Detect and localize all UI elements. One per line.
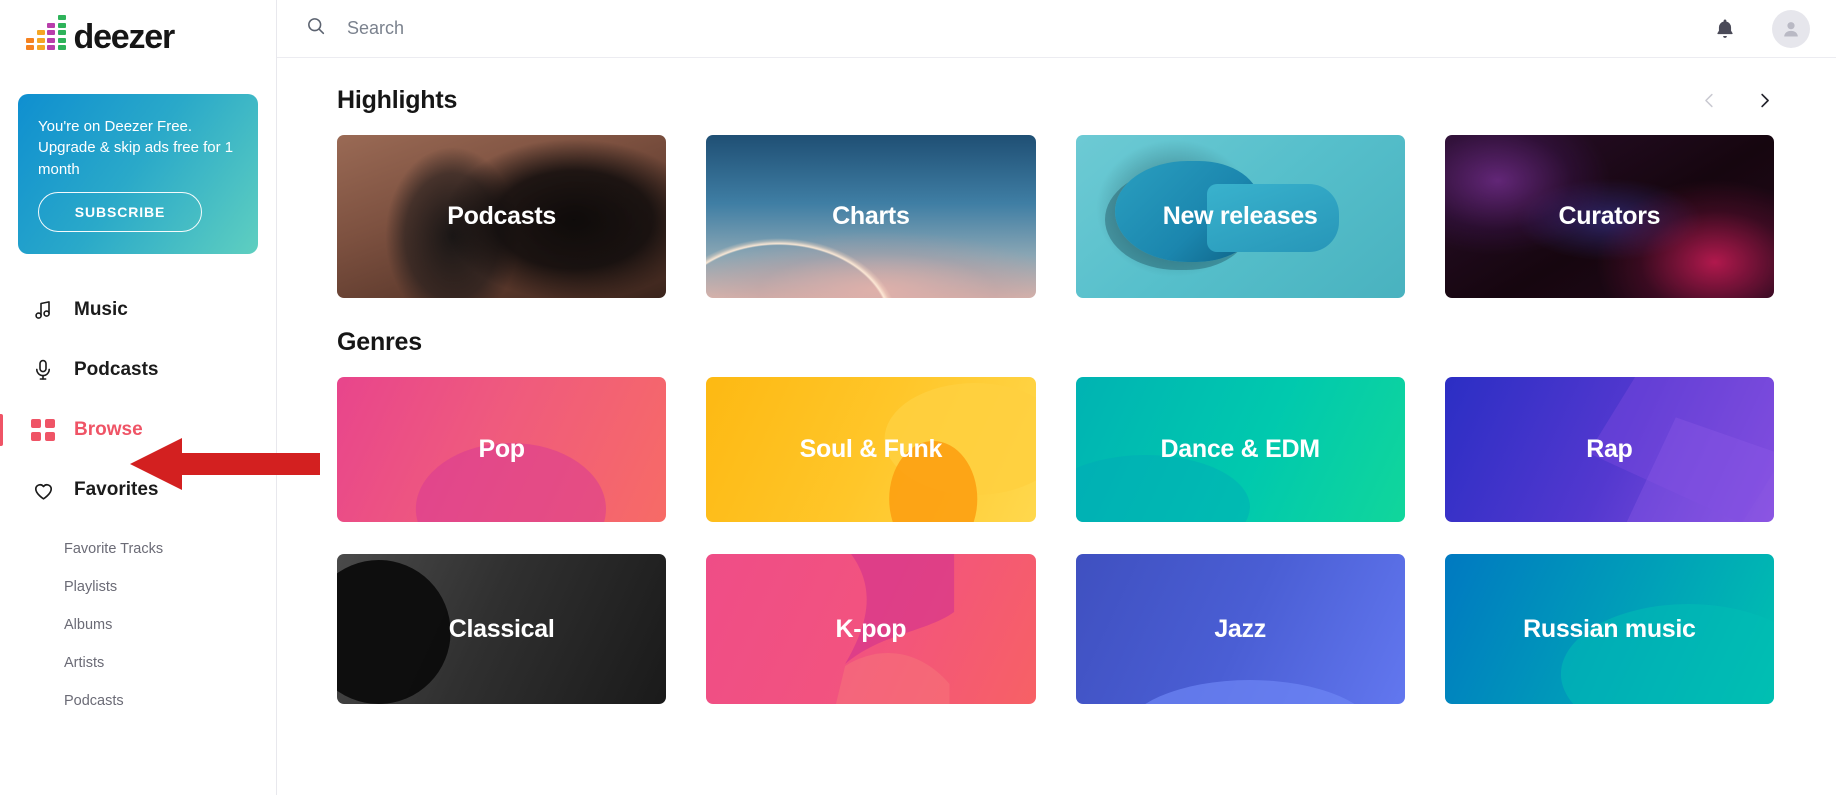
- genre-card-soul-funk[interactable]: Soul & Funk: [706, 377, 1036, 522]
- sidebar-subitem-favorite-tracks[interactable]: Favorite Tracks: [64, 530, 276, 568]
- genre-card-classical[interactable]: Classical: [337, 554, 667, 704]
- chevron-left-icon[interactable]: [1700, 91, 1719, 110]
- search-bar[interactable]: [305, 15, 1712, 42]
- user-avatar[interactable]: [1772, 9, 1810, 48]
- sidebar-item-browse[interactable]: Browse: [0, 400, 276, 460]
- deezer-equalizer-logo-icon: [26, 15, 66, 50]
- bell-icon[interactable]: [1712, 16, 1738, 42]
- subscribe-button[interactable]: SUBSCRIBE: [38, 192, 202, 232]
- sidebar-subitem-albums[interactable]: Albums: [64, 606, 276, 644]
- genre-card-label: Pop: [478, 435, 525, 463]
- search-icon: [305, 15, 327, 42]
- highlight-card-label: Charts: [832, 202, 910, 230]
- genre-card-rap[interactable]: Rap: [1444, 377, 1774, 522]
- sidebar-subitem-playlists[interactable]: Playlists: [64, 568, 276, 606]
- grid-icon: [30, 417, 56, 443]
- genres-card-row-1: Pop Soul & Funk Dance & EDM Rap: [337, 377, 1810, 522]
- section-title-highlights: Highlights: [337, 86, 458, 114]
- sidebar-item-label: Favorites: [74, 479, 159, 500]
- heart-icon: [30, 477, 56, 503]
- highlight-card-label: Podcasts: [447, 202, 556, 230]
- genre-card-pop[interactable]: Pop: [337, 377, 667, 522]
- sidebar-item-label: Podcasts: [74, 359, 159, 380]
- top-header-bar: [277, 0, 1836, 58]
- content-area: Highlights Podcasts Charts: [277, 0, 1836, 795]
- music-note-icon: [30, 297, 56, 323]
- genre-card-label: K-pop: [835, 614, 907, 643]
- promo-text: You're on Deezer Free. Upgrade & skip ad…: [38, 118, 234, 178]
- highlight-card-label: New releases: [1162, 202, 1318, 230]
- search-input[interactable]: [347, 18, 767, 39]
- highlight-card-podcasts[interactable]: Podcasts: [337, 135, 667, 298]
- main-scroll-area: Highlights Podcasts Charts New releases …: [277, 58, 1836, 795]
- brand-name: deezer: [73, 18, 176, 56]
- sidebar-subitem-artists[interactable]: Artists: [64, 644, 276, 682]
- favorites-subnav: Favorite Tracks Playlists Albums Artists…: [0, 530, 276, 720]
- sidebar-subitem-podcasts[interactable]: Podcasts: [64, 682, 276, 720]
- genres-section-header: Genres: [337, 298, 1810, 377]
- sidebar-item-label: Browse: [74, 419, 143, 440]
- sidebar: deezer You're on Deezer Free. Upgrade & …: [0, 0, 277, 795]
- sidebar-item-podcasts[interactable]: Podcasts: [0, 340, 276, 400]
- sidebar-item-label: Music: [74, 299, 128, 320]
- genre-card-russian-music[interactable]: Russian music: [1444, 554, 1774, 704]
- genre-card-label: Dance & EDM: [1160, 435, 1321, 463]
- primary-nav: Music Podcasts Browse Favorites: [0, 280, 276, 520]
- genre-card-label: Jazz: [1214, 614, 1266, 643]
- genres-card-row-2: Classical K-pop Jazz Russian music: [337, 554, 1810, 704]
- highlights-card-row: Podcasts Charts New releases Curators: [337, 135, 1810, 298]
- genre-card-label: Russian music: [1523, 614, 1696, 643]
- highlight-card-label: Curators: [1558, 202, 1661, 230]
- deezer-app-window: deezer You're on Deezer Free. Upgrade & …: [0, 0, 1836, 795]
- highlight-card-charts[interactable]: Charts: [706, 135, 1036, 298]
- highlight-card-curators[interactable]: Curators: [1444, 135, 1774, 298]
- subscribe-promo-card[interactable]: You're on Deezer Free. Upgrade & skip ad…: [18, 94, 258, 254]
- sidebar-item-favorites[interactable]: Favorites: [0, 460, 276, 520]
- genre-card-label: Soul & Funk: [799, 435, 943, 463]
- highlights-section-header: Highlights: [337, 58, 1810, 135]
- genre-card-label: Classical: [448, 614, 555, 643]
- highlight-card-new-releases[interactable]: New releases: [1075, 135, 1405, 298]
- genre-card-dance-edm[interactable]: Dance & EDM: [1075, 377, 1405, 522]
- microphone-icon: [30, 357, 56, 383]
- header-actions: [1712, 9, 1810, 48]
- chevron-right-icon[interactable]: [1755, 91, 1774, 110]
- section-title-genres: Genres: [337, 328, 422, 356]
- sidebar-item-music[interactable]: Music: [0, 280, 276, 340]
- carousel-controls: [1700, 91, 1810, 110]
- genre-card-k-pop[interactable]: K-pop: [706, 554, 1036, 704]
- genre-card-jazz[interactable]: Jazz: [1075, 554, 1405, 704]
- genre-card-label: Rap: [1586, 435, 1633, 463]
- deezer-logo[interactable]: deezer: [0, 0, 276, 58]
